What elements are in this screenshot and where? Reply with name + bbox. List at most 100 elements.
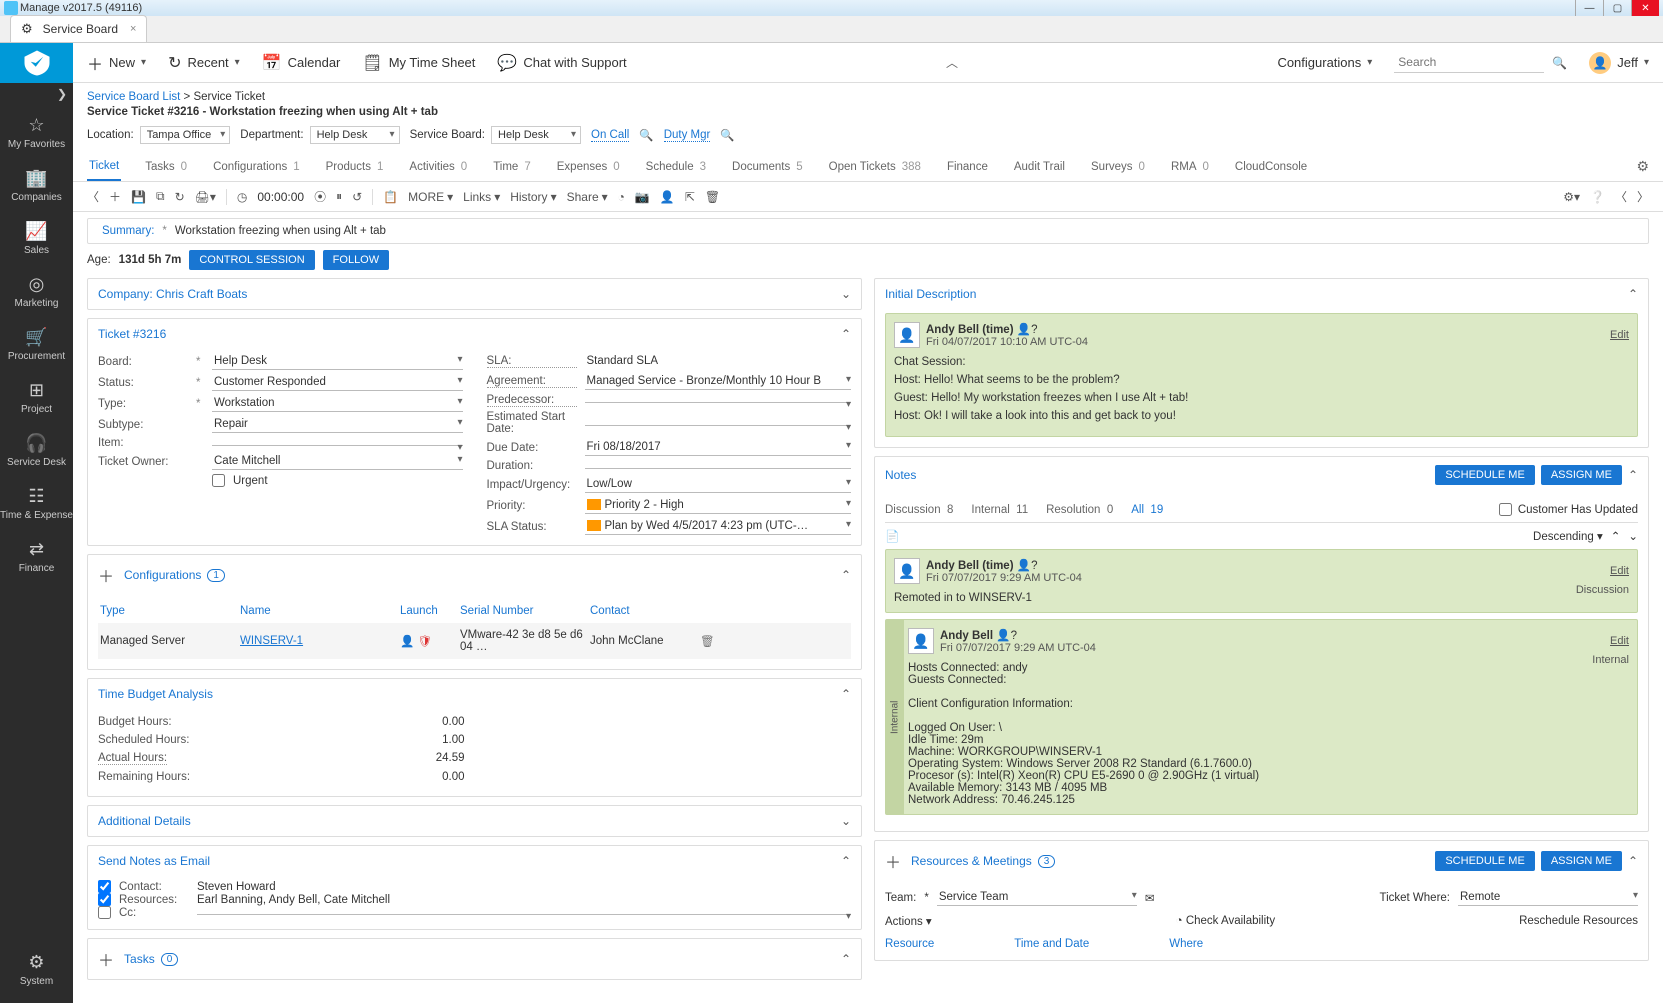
item-field[interactable] <box>212 441 463 446</box>
agreement-field[interactable]: Managed Service - Bronze/Monthly 10 Hour… <box>585 373 852 390</box>
timer-icon[interactable]: ◷ <box>237 190 247 204</box>
collapse-icon[interactable]: ⌃ <box>1628 287 1638 301</box>
status-field[interactable]: Customer Responded <box>212 374 463 391</box>
tab-documents[interactable]: Documents5 <box>730 153 805 180</box>
add-button[interactable]: ＋ <box>109 188 121 205</box>
config-row[interactable]: Managed Server WINSERV-1 👤 🛡 VMware-42 3… <box>98 623 851 659</box>
sort-dropdown[interactable]: Descending ▾ <box>1533 529 1603 543</box>
sidebar-item-project[interactable]: ⊞Project <box>0 370 73 423</box>
popout-icon[interactable]: ⇱ <box>685 190 695 204</box>
control-session-button[interactable]: CONTROL SESSION <box>189 250 314 270</box>
collapse-icon[interactable]: ⌃ <box>841 854 851 868</box>
sidebar-item-servicedesk[interactable]: 🎧Service Desk <box>0 423 73 476</box>
config-name-link[interactable]: WINSERV-1 <box>240 635 303 647</box>
collapse-icon[interactable]: ⌄ <box>841 287 851 301</box>
notes-tab-discussion[interactable]: Discussion 8 <box>885 504 953 516</box>
customer-updated-checkbox[interactable] <box>1499 503 1512 516</box>
sidebar-expand[interactable]: ❯ <box>0 83 73 105</box>
collapse-icon[interactable]: ⌃ <box>841 568 851 582</box>
configurations-dropdown[interactable]: Configurations▾ <box>1277 55 1372 70</box>
history-menu[interactable]: History ▾ <box>510 190 556 204</box>
tab-finance[interactable]: Finance <box>945 153 990 180</box>
search-icon[interactable]: 🔍 <box>1552 56 1567 70</box>
priority-field[interactable]: Priority 2 - High <box>585 497 852 514</box>
tab-activities[interactable]: Activities0 <box>407 153 469 180</box>
sidebar-item-marketing[interactable]: ◎Marketing <box>0 264 73 317</box>
edit-link[interactable]: Edit <box>1610 329 1629 341</box>
tab-schedule[interactable]: Schedule3 <box>644 153 708 180</box>
notes-tab-all[interactable]: All 19 <box>1131 504 1163 516</box>
more-menu[interactable]: MORE ▾ <box>408 190 453 204</box>
tab-cloudconsole[interactable]: CloudConsole <box>1233 153 1309 180</box>
chat-button[interactable]: 💬Chat with Support <box>497 53 626 73</box>
collapse-icon[interactable]: ︿ <box>946 56 958 70</box>
search-icon[interactable]: 🔍 <box>720 128 734 142</box>
breadcrumb-list[interactable]: Service Board List <box>87 91 180 103</box>
sidebar-item-favorites[interactable]: ☆My Favorites <box>0 105 73 158</box>
company-title[interactable]: Company: Chris Craft Boats <box>98 287 247 301</box>
duration-field[interactable] <box>585 464 852 469</box>
schedule-me-button[interactable]: SCHEDULE ME <box>1435 465 1534 485</box>
window-close[interactable]: ✕ <box>1631 0 1659 16</box>
collapse-icon[interactable]: ⌃ <box>1628 854 1638 868</box>
edit-link[interactable]: Edit <box>1610 565 1629 577</box>
assign-me-button[interactable]: ASSIGN ME <box>1541 851 1622 871</box>
pause-icon[interactable]: ⏸ <box>336 189 342 204</box>
tab-rma[interactable]: RMA0 <box>1169 153 1211 180</box>
edit-link[interactable]: Edit <box>1610 635 1629 647</box>
camera-icon[interactable]: 📷 <box>635 190 650 204</box>
window-minimize[interactable]: — <box>1575 0 1603 16</box>
nav-prev[interactable]: 〈 <box>1615 188 1627 205</box>
save-close-icon[interactable]: ⧉ <box>156 189 165 204</box>
refresh-icon[interactable]: ↻ <box>175 190 185 204</box>
add-note-icon[interactable]: 📄 <box>885 529 899 543</box>
impact-field[interactable]: Low/Low <box>585 476 852 493</box>
record-icon[interactable]: ⦿ <box>314 188 326 205</box>
search-input[interactable] <box>1394 52 1544 73</box>
summary-text[interactable]: Workstation freezing when using Alt + ta… <box>175 225 386 237</box>
save-icon[interactable]: 💾 <box>131 190 146 204</box>
notes-tab-resolution[interactable]: Resolution 0 <box>1046 504 1113 516</box>
type-field[interactable]: Workstation <box>212 395 463 412</box>
new-button[interactable]: ＋New▾ <box>87 51 146 75</box>
collapse-icon[interactable]: ⌃ <box>841 327 851 341</box>
follow-button[interactable]: FOLLOW <box>323 250 389 270</box>
nav-next[interactable]: 〉 <box>1637 188 1649 205</box>
sla-status-field[interactable]: Plan by Wed 4/5/2017 4:23 pm (UTC-… <box>585 518 852 535</box>
nav-back[interactable]: 〈 <box>87 188 99 205</box>
reschedule-button[interactable]: Reschedule Resources <box>1519 915 1638 927</box>
calendar-button[interactable]: 📅Calendar <box>262 53 341 73</box>
sidebar-item-system[interactable]: ⚙System <box>0 942 73 995</box>
sidebar-item-procurement[interactable]: 🛒Procurement <box>0 317 73 370</box>
schedule-me-button[interactable]: SCHEDULE ME <box>1435 851 1534 871</box>
links-menu[interactable]: Links ▾ <box>463 190 500 204</box>
share-menu[interactable]: Share ▾ <box>567 190 608 204</box>
sidebar-item-companies[interactable]: 🏢Companies <box>0 158 73 211</box>
launch-green-icon[interactable]: 👤 <box>400 636 414 648</box>
add-task-icon[interactable]: ＋ <box>98 947 114 971</box>
on-call-link[interactable]: On Call <box>591 129 629 142</box>
sidebar-item-sales[interactable]: 📈Sales <box>0 211 73 264</box>
check-availability-button[interactable]: ◔ Check Availability <box>1176 915 1275 927</box>
print-icon[interactable]: 🖨▾ <box>195 190 216 204</box>
tab-time[interactable]: Time7 <box>491 153 533 180</box>
duty-mgr-link[interactable]: Duty Mgr <box>664 129 711 142</box>
tab-close-icon[interactable]: × <box>130 23 136 35</box>
app-logo[interactable] <box>0 43 73 83</box>
search-icon[interactable]: 🔍 <box>639 128 653 142</box>
add-config-icon[interactable]: ＋ <box>98 563 114 587</box>
clock-icon[interactable]: ◔ <box>618 190 625 204</box>
actions-dropdown[interactable]: Actions ▾ <box>885 914 932 928</box>
predecessor-field[interactable] <box>585 398 852 403</box>
sidebar-item-timeexpense[interactable]: ☷Time & Expense <box>0 476 73 529</box>
collapse-icon[interactable]: ⌃ <box>841 952 851 966</box>
assign-me-button[interactable]: ASSIGN ME <box>1541 465 1622 485</box>
collapse-icon[interactable]: ⌃ <box>1628 468 1638 482</box>
tab-audit-trail[interactable]: Audit Trail <box>1012 153 1067 180</box>
delete-icon[interactable]: 🗑 <box>705 190 720 204</box>
tab-ticket[interactable]: Ticket <box>87 152 121 181</box>
email-icon[interactable]: ✉ <box>1145 891 1155 905</box>
resources-checkbox[interactable] <box>98 893 111 906</box>
tab-surveys[interactable]: Surveys0 <box>1089 153 1147 180</box>
cc-checkbox[interactable] <box>98 906 111 919</box>
